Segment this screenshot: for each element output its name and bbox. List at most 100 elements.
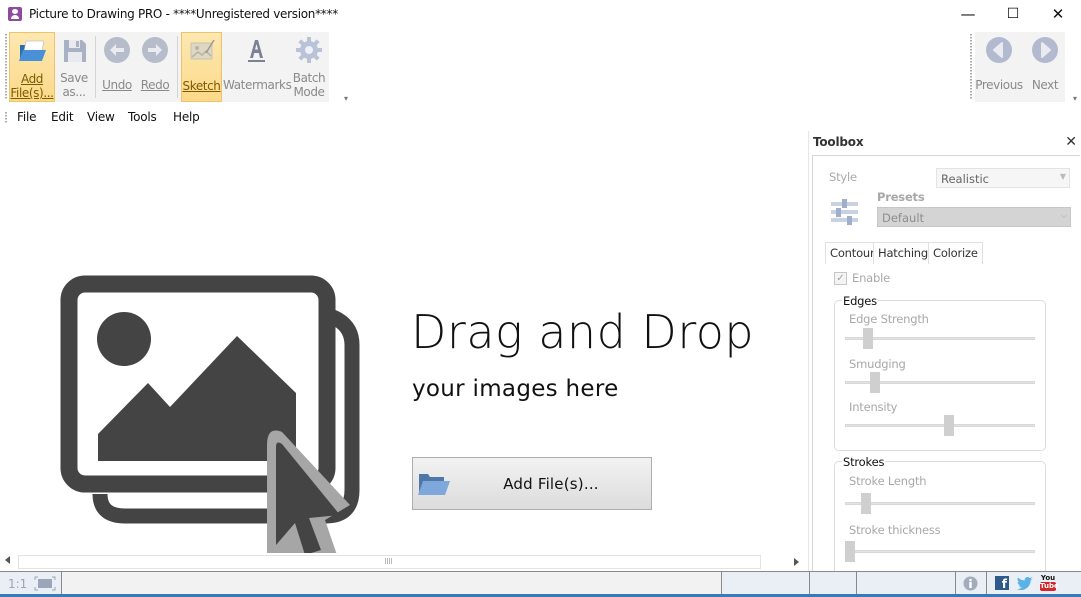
sketch-label: Sketch bbox=[182, 79, 221, 93]
undo-arrow-icon bbox=[104, 37, 130, 63]
fit-to-window-icon[interactable] bbox=[34, 576, 56, 591]
next-label: Next bbox=[1031, 78, 1059, 92]
info-icon[interactable] bbox=[963, 576, 978, 591]
style-select[interactable]: Realistic ▼ bbox=[936, 168, 1070, 188]
previous-label: Previous bbox=[975, 78, 1023, 92]
twitter-icon[interactable] bbox=[1017, 577, 1033, 590]
nav-toolbar-overflow-button[interactable]: ▾ bbox=[1073, 94, 1077, 103]
drag-drop-images-icon bbox=[60, 275, 360, 555]
scroll-right-arrow-icon[interactable] bbox=[794, 558, 799, 566]
strokes-title: Strokes bbox=[842, 455, 886, 469]
intensity-slider-thumb[interactable] bbox=[944, 415, 954, 436]
menu-grip[interactable] bbox=[5, 112, 7, 124]
gear-icon bbox=[296, 37, 322, 63]
presets-label: Presets bbox=[877, 190, 925, 204]
status-cell bbox=[857, 572, 956, 594]
toolbox-title: Toolbox bbox=[813, 135, 864, 149]
toolbar-separator bbox=[95, 36, 96, 98]
enable-checkbox[interactable]: ✓ bbox=[834, 272, 847, 285]
add-files-button[interactable]: Add File(s)... bbox=[9, 32, 55, 102]
tab-hatching[interactable]: Hatching bbox=[873, 242, 933, 264]
youtube-tube-text: Tube bbox=[1040, 582, 1059, 591]
toolbox-close-icon[interactable]: ✕ bbox=[1065, 134, 1077, 150]
redo-button[interactable]: Redo bbox=[137, 32, 173, 102]
stroke-length-slider-thumb[interactable] bbox=[861, 493, 872, 514]
status-bar: 1:1 f You Tube bbox=[0, 571, 1081, 597]
close-button[interactable]: ✕ bbox=[1035, 0, 1081, 28]
status-message-cell bbox=[62, 572, 722, 594]
youtube-you-text: You bbox=[1040, 574, 1056, 582]
smudging-label: Smudging bbox=[849, 357, 906, 371]
chevron-down-icon: ⌵ bbox=[1060, 211, 1067, 220]
next-arrow-icon bbox=[1032, 37, 1058, 63]
nav-toolbar-grip[interactable] bbox=[970, 34, 972, 100]
menu-help[interactable]: Help bbox=[173, 110, 200, 124]
redo-arrow-icon bbox=[142, 37, 168, 63]
edge-strength-slider-thumb[interactable] bbox=[863, 328, 873, 349]
add-files-label-1: Add bbox=[20, 72, 44, 86]
chevron-down-icon: ▼ bbox=[1059, 172, 1066, 181]
edge-strength-track[interactable] bbox=[845, 337, 1035, 340]
stroke-thickness-track[interactable] bbox=[845, 550, 1035, 553]
smudging-slider-thumb[interactable] bbox=[870, 372, 881, 393]
status-cell bbox=[722, 572, 810, 594]
batch-label-2: Mode bbox=[293, 85, 325, 99]
next-button[interactable]: Next bbox=[1025, 32, 1065, 102]
save-label-2: as... bbox=[62, 85, 86, 99]
menu-tools[interactable]: Tools bbox=[128, 110, 157, 124]
style-select-value: Realistic bbox=[941, 172, 990, 186]
zoom-1-1-button[interactable]: 1:1 bbox=[8, 577, 27, 591]
presets-select-value: Default bbox=[882, 211, 925, 225]
toolbar-separator bbox=[177, 36, 178, 98]
tab-contour[interactable]: Contour bbox=[825, 242, 880, 264]
save-disk-icon bbox=[64, 40, 86, 62]
youtube-icon[interactable]: You Tube bbox=[1040, 574, 1059, 591]
intensity-track[interactable] bbox=[845, 424, 1035, 427]
stroke-thickness-label: Stroke thickness bbox=[849, 523, 941, 537]
watermarks-label: Watermarks bbox=[223, 78, 292, 92]
menu-file[interactable]: File bbox=[17, 110, 36, 124]
presets-select[interactable]: Default ⌵ bbox=[877, 207, 1071, 227]
edges-title: Edges bbox=[842, 294, 878, 308]
previous-arrow-icon bbox=[986, 37, 1012, 63]
minimize-button[interactable]: — bbox=[945, 0, 991, 28]
status-cell bbox=[810, 572, 857, 594]
style-label: Style bbox=[829, 170, 857, 184]
drag-drop-subtitle: your images here bbox=[412, 376, 619, 402]
add-files-label-2: File(s)... bbox=[10, 86, 54, 100]
add-files-main-button[interactable]: Add File(s)... bbox=[412, 457, 652, 510]
batch-mode-button[interactable]: Batch Mode bbox=[290, 32, 328, 102]
menu-view[interactable]: View bbox=[87, 110, 115, 124]
enable-label: Enable bbox=[852, 271, 890, 285]
sketch-picture-icon bbox=[190, 39, 215, 60]
stroke-thickness-slider-thumb[interactable] bbox=[845, 541, 855, 562]
scroll-left-arrow-icon[interactable] bbox=[5, 556, 10, 564]
facebook-icon[interactable]: f bbox=[995, 576, 1009, 591]
open-folder-icon bbox=[19, 40, 46, 61]
add-files-main-label: Add File(s)... bbox=[503, 475, 599, 493]
watermark-letter-icon bbox=[248, 40, 265, 62]
maximize-button[interactable]: ☐ bbox=[990, 0, 1036, 28]
title-bar: Picture to Drawing PRO - ****Unregistere… bbox=[0, 0, 1081, 28]
intensity-label: Intensity bbox=[849, 400, 898, 414]
stroke-length-track[interactable] bbox=[845, 502, 1035, 505]
toolbar-overflow-button[interactable]: ▾ bbox=[344, 94, 348, 103]
horizontal-scrollbar[interactable] bbox=[0, 553, 806, 570]
edge-strength-label: Edge Strength bbox=[849, 312, 929, 326]
undo-button[interactable]: Undo bbox=[99, 32, 135, 102]
redo-label: Redo bbox=[140, 78, 170, 92]
app-icon bbox=[8, 7, 22, 21]
presets-sliders-icon bbox=[831, 199, 858, 225]
sketch-button[interactable]: Sketch bbox=[181, 32, 222, 102]
stroke-length-label: Stroke Length bbox=[849, 474, 927, 488]
batch-label-1: Batch bbox=[292, 71, 326, 85]
toolbar-grip[interactable] bbox=[5, 34, 7, 100]
undo-label: Undo bbox=[102, 78, 132, 92]
menu-edit[interactable]: Edit bbox=[51, 110, 74, 124]
tab-colorize[interactable]: Colorize bbox=[928, 242, 983, 264]
save-label-1: Save bbox=[60, 71, 88, 85]
previous-button[interactable]: Previous bbox=[975, 32, 1023, 102]
drag-drop-title: Drag and Drop bbox=[411, 305, 755, 359]
watermarks-button[interactable]: Watermarks bbox=[223, 32, 292, 102]
save-as-button[interactable]: Save as... bbox=[56, 32, 92, 102]
